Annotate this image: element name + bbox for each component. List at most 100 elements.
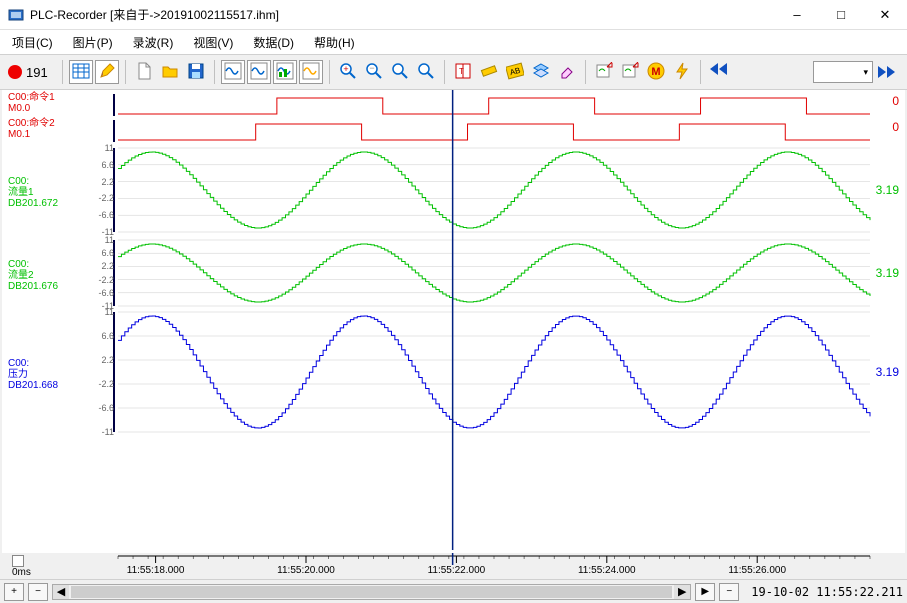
- open-icon: [161, 62, 179, 83]
- export2-button[interactable]: [618, 60, 642, 84]
- channel-value-0: 0: [892, 94, 899, 108]
- time-tick-label: 11:55:26.000: [728, 565, 786, 576]
- m-button[interactable]: M: [644, 60, 668, 84]
- ytick: -6.6: [88, 288, 114, 298]
- bolt-icon: [673, 62, 691, 83]
- menu-item-4[interactable]: 数据(D): [253, 34, 294, 51]
- maximize-button[interactable]: □: [819, 0, 863, 30]
- pencil-button[interactable]: [95, 60, 119, 84]
- plot-area[interactable]: C00:命令1M0.0 0 C00:命令2M0.1 0 11 6.6 2.2 -2.2 -6.6…: [2, 90, 905, 553]
- wav1-button[interactable]: [221, 60, 245, 84]
- chart-icon: [276, 62, 294, 83]
- menubar: 项目(C) 图片(P) 录波(R) 视图(V) 数据(D) 帮助(H): [0, 30, 907, 54]
- zoomout-button[interactable]: −: [362, 60, 386, 84]
- channel-value-1: 0: [892, 120, 899, 134]
- zoomout-icon: −: [365, 62, 383, 83]
- close-button[interactable]: ✕: [863, 0, 907, 30]
- rew-button[interactable]: [707, 60, 731, 84]
- bolt-button[interactable]: [670, 60, 694, 84]
- separator: [214, 60, 215, 84]
- menu-item-1[interactable]: 图片(P): [73, 34, 113, 51]
- layers-icon: [532, 62, 550, 83]
- time-tick-label: 11:55:20.000: [277, 565, 335, 576]
- record-indicator-icon: [8, 65, 22, 79]
- channel-label-4: C00:压力DB201.668: [8, 358, 80, 391]
- sb-arrow-button[interactable]: ▶: [695, 583, 715, 601]
- fast-forward-button[interactable]: [875, 60, 899, 84]
- ruler-button[interactable]: [477, 60, 501, 84]
- scroll-right-icon[interactable]: ▶: [674, 585, 690, 599]
- ytick: -2.2: [88, 379, 114, 389]
- zoomin-button[interactable]: +: [336, 60, 360, 84]
- time-tick-label: 11:55:18.000: [127, 565, 185, 576]
- sb-minus2-button[interactable]: −: [719, 583, 739, 601]
- menu-item-0[interactable]: 项目(C): [12, 34, 53, 51]
- save-icon: [187, 62, 205, 83]
- time-axis: 0ms 11:55:18.00011:55:20.00011:55:22.000…: [2, 553, 905, 579]
- separator: [585, 60, 586, 84]
- separator: [329, 60, 330, 84]
- svg-text:−: −: [369, 63, 374, 73]
- time-tick-label: 11:55:22.000: [428, 565, 486, 576]
- svg-text:+: +: [343, 64, 348, 74]
- menu-item-5[interactable]: 帮助(H): [314, 34, 355, 51]
- ytick: 2.2: [88, 355, 114, 365]
- chart-button[interactable]: [273, 60, 297, 84]
- ytick: 11: [88, 143, 114, 153]
- ab-button[interactable]: AB: [503, 60, 527, 84]
- svg-text:T: T: [459, 67, 464, 76]
- toolbar: 191 + − T AB M ▾: [0, 54, 907, 90]
- ab-icon: AB: [506, 62, 524, 83]
- sb-plus-button[interactable]: +: [4, 583, 24, 601]
- erase-icon: [558, 62, 576, 83]
- channel-label-1: C00:命令2M0.1: [8, 118, 80, 140]
- export1-icon: [595, 62, 613, 83]
- toolbar-combo[interactable]: ▾: [813, 61, 873, 83]
- save-button[interactable]: [184, 60, 208, 84]
- app-icon: [8, 7, 24, 23]
- channel-label-0: C00:命令1M0.0: [8, 92, 80, 114]
- titlebar: PLC-Recorder [来自于->20191002115517.ihm] –…: [0, 0, 907, 30]
- zoomin-icon: +: [339, 62, 357, 83]
- ytick: -6.6: [88, 403, 114, 413]
- menu-item-3[interactable]: 视图(V): [193, 34, 233, 51]
- wav1-icon: [224, 62, 242, 83]
- ytick: 2.2: [88, 177, 114, 187]
- zoom-button[interactable]: [388, 60, 412, 84]
- record-count: 191: [26, 65, 48, 80]
- marker-button[interactable]: T: [451, 60, 475, 84]
- ytick: -11: [88, 427, 114, 437]
- m-icon: M: [647, 62, 665, 83]
- time-tick-label: 11:55:24.000: [578, 565, 636, 576]
- channel-value-2: 3.19: [876, 183, 899, 197]
- separator: [125, 60, 126, 84]
- wavs-button[interactable]: [299, 60, 323, 84]
- tbl-button[interactable]: [69, 60, 93, 84]
- ytick: 6.6: [88, 331, 114, 341]
- time-scrollbar[interactable]: ◀ ▶: [52, 584, 691, 600]
- layers-button[interactable]: [529, 60, 553, 84]
- wavs-icon: [302, 62, 320, 83]
- ytick: -2.2: [88, 193, 114, 203]
- scroll-thumb[interactable]: [71, 586, 672, 598]
- menu-item-2[interactable]: 录波(R): [133, 34, 174, 51]
- marker-icon: T: [454, 62, 472, 83]
- ruler-icon: [480, 62, 498, 83]
- new-button[interactable]: [132, 60, 156, 84]
- statusbar: + − ◀ ▶ ▶ − 19-10-02 11:55:22.211: [0, 579, 907, 603]
- tbl-icon: [72, 62, 90, 83]
- ytick: -6.6: [88, 210, 114, 220]
- zoomfit-button[interactable]: [414, 60, 438, 84]
- channel-value-3: 3.19: [876, 266, 899, 280]
- minimize-button[interactable]: –: [775, 0, 819, 30]
- zoom-icon: [391, 62, 409, 83]
- erase-button[interactable]: [555, 60, 579, 84]
- ytick: 6.6: [88, 248, 114, 258]
- ytick: -2.2: [88, 275, 114, 285]
- open-button[interactable]: [158, 60, 182, 84]
- export1-button[interactable]: [592, 60, 616, 84]
- sb-minus-button[interactable]: −: [28, 583, 48, 601]
- scroll-left-icon[interactable]: ◀: [53, 585, 69, 599]
- separator: [700, 60, 701, 84]
- wav2-button[interactable]: [247, 60, 271, 84]
